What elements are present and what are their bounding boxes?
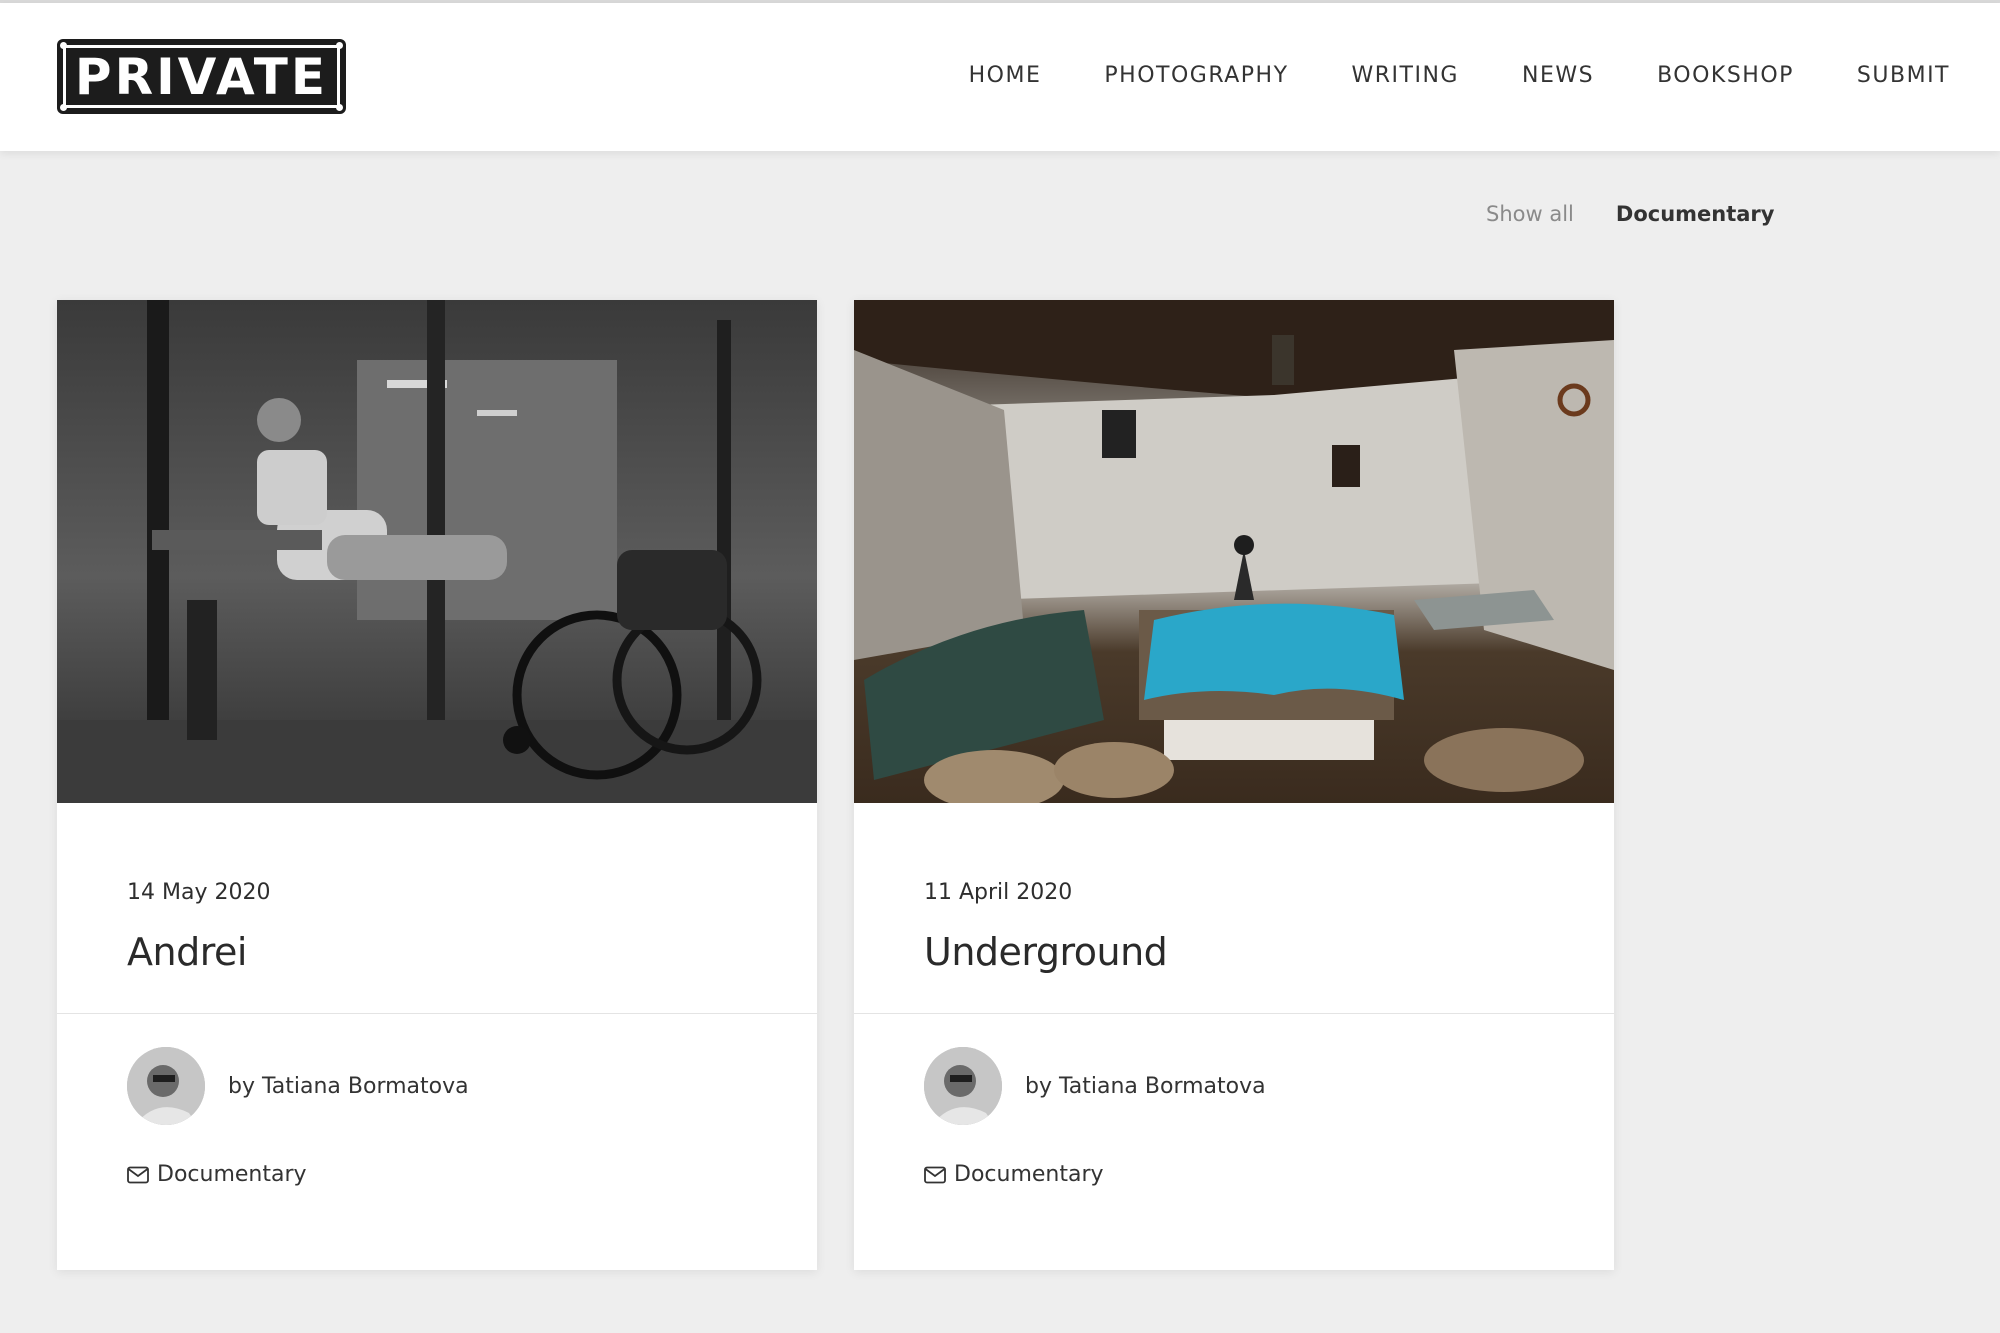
nav-photography[interactable]: PHOTOGRAPHY	[1104, 63, 1288, 88]
avatar-icon	[924, 1047, 1002, 1125]
cave-photo-icon	[854, 300, 1614, 803]
post-date: 11 April 2020	[924, 880, 1073, 905]
nav-home[interactable]: HOME	[969, 63, 1042, 88]
filter-documentary[interactable]: Documentary	[1616, 202, 1775, 226]
card-divider	[57, 1013, 817, 1014]
category-filters: Show all Documentary	[1486, 202, 1774, 226]
logo-text: PRIVATE	[63, 45, 340, 108]
post-author[interactable]: by Tatiana Bormatova	[228, 1074, 469, 1099]
nav-bookshop[interactable]: BOOKSHOP	[1657, 63, 1794, 88]
site-logo[interactable]: PRIVATE	[57, 39, 346, 114]
post-card[interactable]: 11 April 2020 Underground by Tatiana Bor…	[854, 300, 1614, 1270]
folder-icon	[127, 1166, 149, 1183]
nav-writing[interactable]: WRITING	[1352, 63, 1459, 88]
post-card[interactable]: 14 May 2020 Andrei by Tatiana Bormatova …	[57, 300, 817, 1270]
post-category[interactable]: Documentary	[924, 1162, 1104, 1187]
folder-icon	[924, 1166, 946, 1183]
nav-submit[interactable]: SUBMIT	[1857, 63, 1950, 88]
post-title[interactable]: Underground	[924, 930, 1168, 974]
nav-news[interactable]: NEWS	[1522, 63, 1594, 88]
gym-photo-icon	[57, 300, 817, 803]
avatar-icon	[127, 1047, 205, 1125]
site-header: PRIVATE HOME PHOTOGRAPHY WRITING NEWS BO…	[0, 3, 2000, 151]
post-author[interactable]: by Tatiana Bormatova	[1025, 1074, 1266, 1099]
author-avatar[interactable]	[924, 1047, 1002, 1125]
post-image-gym[interactable]	[57, 300, 817, 803]
card-divider	[854, 1013, 1614, 1014]
main-nav: HOME PHOTOGRAPHY WRITING NEWS BOOKSHOP S…	[969, 63, 1950, 88]
category-label: Documentary	[157, 1162, 307, 1187]
post-image-cave[interactable]	[854, 300, 1614, 803]
filter-show-all[interactable]: Show all	[1486, 202, 1574, 226]
post-category[interactable]: Documentary	[127, 1162, 307, 1187]
author-avatar[interactable]	[127, 1047, 205, 1125]
category-label: Documentary	[954, 1162, 1104, 1187]
post-title[interactable]: Andrei	[127, 930, 247, 974]
post-date: 14 May 2020	[127, 880, 271, 905]
